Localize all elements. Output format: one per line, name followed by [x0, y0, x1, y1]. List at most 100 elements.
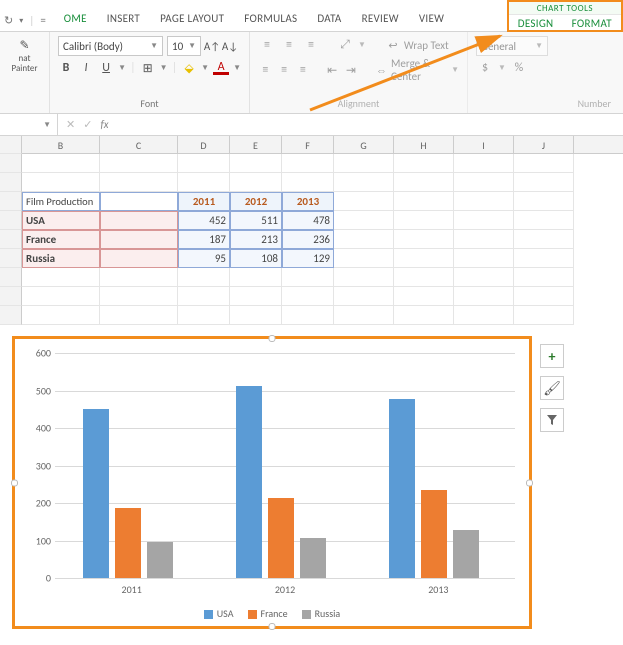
chevron-down-icon[interactable]: ▼ — [233, 63, 241, 73]
country-cell[interactable]: Russia — [22, 249, 100, 268]
font-name-combo[interactable]: Calibri (Body)▼ — [58, 36, 163, 56]
chevron-down-icon[interactable]: ▼ — [160, 63, 168, 73]
legend-item[interactable]: USA — [204, 607, 234, 620]
chart-elements-button[interactable]: + — [540, 344, 564, 368]
italic-button[interactable]: I — [78, 59, 94, 77]
col-header[interactable]: G — [334, 136, 394, 154]
name-box[interactable]: ▼ — [0, 114, 58, 135]
data-cell[interactable]: 187 — [178, 230, 230, 249]
resize-handle[interactable] — [11, 479, 18, 486]
align-bottom-icon[interactable]: ≡ — [302, 36, 320, 54]
bar-russia[interactable] — [300, 538, 326, 579]
col-header[interactable]: E — [230, 136, 282, 154]
tab-data[interactable]: DATA — [307, 6, 351, 31]
bar-france[interactable] — [115, 508, 141, 578]
currency-button[interactable]: $ — [476, 59, 494, 77]
align-center-icon[interactable]: ≡ — [277, 61, 292, 79]
redo-icon[interactable]: ↻ — [4, 14, 13, 27]
tab-formulas[interactable]: FORMULAS — [234, 6, 307, 31]
data-cell[interactable]: 478 — [282, 211, 334, 230]
chart-tools-title: CHART TOOLS — [509, 2, 621, 15]
font-size-combo[interactable]: 10▼ — [167, 36, 201, 56]
tab-home[interactable]: OME — [54, 6, 97, 31]
bar-usa[interactable] — [389, 399, 415, 578]
data-cell[interactable]: 213 — [230, 230, 282, 249]
resize-handle[interactable] — [269, 623, 276, 630]
year-header[interactable]: 2011 — [178, 192, 230, 211]
bar-usa[interactable] — [83, 409, 109, 579]
ribbon-tabs: ↻ ▾ | = OME INSERT PAGE LAYOUT FORMULAS … — [0, 0, 623, 32]
plot-area[interactable]: 0100200300400500600201120122013 — [55, 353, 515, 578]
indent-inc-icon[interactable]: ⇥ — [343, 61, 358, 79]
legend-item[interactable]: France — [248, 607, 288, 620]
col-header[interactable]: D — [178, 136, 230, 154]
x-tick-label: 2011 — [122, 583, 142, 596]
fill-color-button[interactable]: ⬙ — [181, 59, 197, 77]
number-format-combo[interactable]: General▼ — [476, 36, 548, 56]
bar-usa[interactable] — [236, 386, 262, 578]
data-cell[interactable]: 236 — [282, 230, 334, 249]
tab-page-layout[interactable]: PAGE LAYOUT — [150, 6, 234, 31]
data-cell[interactable]: 452 — [178, 211, 230, 230]
align-left-icon[interactable]: ≡ — [258, 61, 273, 79]
fx-icon[interactable]: fx — [100, 118, 108, 131]
group-number: General▼ $▼ % Number — [468, 32, 623, 113]
country-cell[interactable]: USA — [22, 211, 100, 230]
grow-font-icon[interactable]: A↑ — [205, 39, 219, 53]
underline-button[interactable]: U — [98, 59, 114, 77]
chart-legend[interactable]: USA France Russia — [15, 607, 529, 620]
qat-menu-icon[interactable]: ▾ — [19, 16, 23, 26]
col-header[interactable]: H — [394, 136, 454, 154]
resize-handle[interactable] — [526, 479, 533, 486]
y-tick-label: 200 — [23, 497, 51, 510]
indent-dec-icon[interactable]: ⇤ — [325, 61, 340, 79]
font-color-button[interactable]: A — [213, 61, 229, 75]
chevron-down-icon[interactable]: ▼ — [201, 63, 209, 73]
orientation-icon[interactable]: ⤢ — [336, 36, 354, 54]
enter-icon[interactable]: ✓ — [83, 118, 92, 131]
data-cell[interactable]: 129 — [282, 249, 334, 268]
year-header[interactable]: 2013 — [282, 192, 334, 211]
resize-handle[interactable] — [269, 335, 276, 342]
merge-center-button[interactable]: ⇔ Merge & Center▼ — [376, 57, 459, 83]
bar-russia[interactable] — [453, 530, 479, 578]
tab-review[interactable]: REVIEW — [352, 6, 409, 31]
col-header[interactable]: C — [100, 136, 178, 154]
y-tick-label: 500 — [23, 384, 51, 397]
table-corner[interactable]: Film Production — [22, 192, 100, 211]
tab-design[interactable]: DESIGN — [510, 15, 562, 32]
chart-styles-button[interactable]: 🖌 — [540, 376, 564, 400]
format-painter-button[interactable]: ✎ nat Painter — [8, 36, 41, 74]
tab-view[interactable]: VIEW — [409, 6, 454, 31]
legend-item[interactable]: Russia — [302, 607, 341, 620]
embedded-chart[interactable]: 0100200300400500600201120122013 USA Franc… — [12, 336, 532, 629]
year-header[interactable]: 2012 — [230, 192, 282, 211]
bar-russia[interactable] — [147, 542, 173, 578]
cancel-icon[interactable]: ✕ — [66, 118, 75, 131]
col-header[interactable]: F — [282, 136, 334, 154]
country-cell[interactable]: France — [22, 230, 100, 249]
bold-button[interactable]: B — [58, 59, 74, 77]
align-top-icon[interactable]: ≡ — [258, 36, 276, 54]
col-header[interactable]: I — [454, 136, 514, 154]
percent-button[interactable]: % — [510, 59, 528, 77]
data-cell[interactable]: 108 — [230, 249, 282, 268]
wrap-text-button[interactable]: ↩ Wrap Text — [386, 38, 449, 52]
chevron-down-icon[interactable]: ▼ — [118, 63, 126, 73]
col-header[interactable]: B — [22, 136, 100, 154]
tab-insert[interactable]: INSERT — [97, 6, 150, 31]
tab-format[interactable]: FORMAT — [564, 15, 620, 32]
borders-button[interactable]: ⊞ — [140, 59, 156, 77]
worksheet-grid[interactable]: B C D E F G H I J Film Production 2011 2… — [0, 136, 623, 325]
align-right-icon[interactable]: ≡ — [295, 61, 310, 79]
shrink-font-icon[interactable]: A↓ — [223, 39, 237, 53]
chart-filter-button[interactable] — [540, 408, 564, 432]
bar-france[interactable] — [268, 498, 294, 578]
chart-tools-contextual: CHART TOOLS DESIGN FORMAT — [507, 0, 623, 32]
col-header[interactable]: J — [514, 136, 574, 154]
bar-france[interactable] — [421, 490, 447, 579]
align-middle-icon[interactable]: ≡ — [280, 36, 298, 54]
data-cell[interactable]: 95 — [178, 249, 230, 268]
data-cell[interactable]: 511 — [230, 211, 282, 230]
x-tick-label: 2012 — [275, 583, 295, 596]
